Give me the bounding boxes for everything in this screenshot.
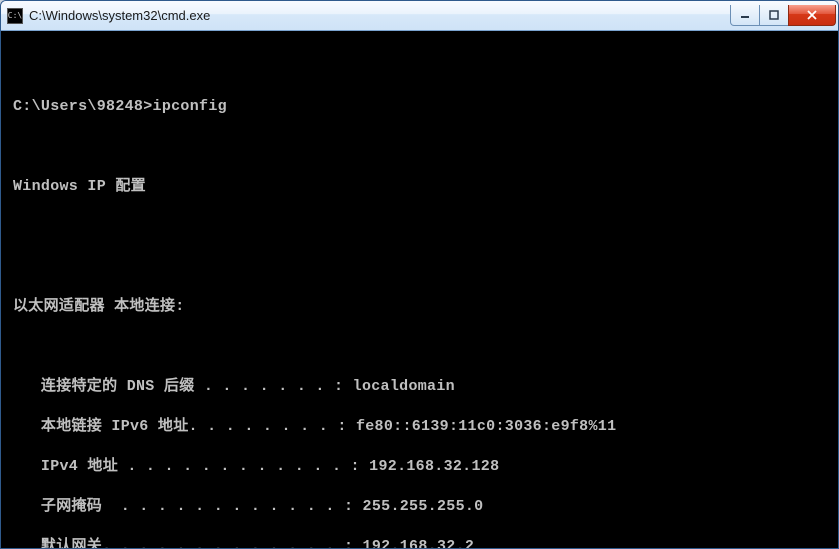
row-label: 默认网关. . . . . . . . . . . . . : bbox=[13, 538, 353, 548]
command: ipconfig bbox=[153, 98, 227, 115]
config-row: IPv4 地址 . . . . . . . . . . . . : 192.16… bbox=[13, 457, 826, 477]
row-label: 本地链接 IPv6 地址. . . . . . . . : bbox=[13, 418, 347, 435]
minimize-button[interactable] bbox=[730, 5, 760, 26]
maximize-button[interactable] bbox=[759, 5, 789, 26]
close-icon bbox=[806, 10, 818, 20]
row-label: 子网掩码 . . . . . . . . . . . . : bbox=[13, 498, 353, 515]
config-row: 连接特定的 DNS 后缀 . . . . . . . : localdomain bbox=[13, 377, 826, 397]
config-row: 本地链接 IPv6 地址. . . . . . . . : fe80::6139… bbox=[13, 417, 826, 437]
app-icon-text: C:\ bbox=[8, 11, 22, 20]
minimize-icon bbox=[740, 10, 750, 20]
maximize-icon bbox=[769, 10, 779, 20]
prompt: C:\Users\98248> bbox=[13, 98, 153, 115]
app-icon: C:\ bbox=[7, 8, 23, 24]
row-value: 192.168.32.2 bbox=[353, 538, 474, 548]
window-controls bbox=[731, 5, 836, 26]
adapter-title: 以太网适配器 本地连接: bbox=[13, 297, 826, 317]
prompt-line: C:\Users\98248>ipconfig bbox=[13, 97, 826, 117]
row-value: fe80::6139:11c0:3036:e9f8%11 bbox=[347, 418, 617, 435]
title-bar[interactable]: C:\ C:\Windows\system32\cmd.exe bbox=[1, 1, 838, 31]
window-title: C:\Windows\system32\cmd.exe bbox=[29, 8, 731, 23]
config-row: 默认网关. . . . . . . . . . . . . : 192.168.… bbox=[13, 537, 826, 548]
config-row: 子网掩码 . . . . . . . . . . . . : 255.255.2… bbox=[13, 497, 826, 517]
ip-config-header: Windows IP 配置 bbox=[13, 177, 826, 197]
row-value: 255.255.255.0 bbox=[353, 498, 483, 515]
terminal-output[interactable]: C:\Users\98248>ipconfig Windows IP 配置 以太… bbox=[1, 31, 838, 548]
row-value: localdomain bbox=[343, 378, 455, 395]
close-button[interactable] bbox=[788, 5, 836, 26]
row-label: 连接特定的 DNS 后缀 . . . . . . . : bbox=[13, 378, 343, 395]
row-label: IPv4 地址 . . . . . . . . . . . . : bbox=[13, 458, 360, 475]
cmd-window: C:\ C:\Windows\system32\cmd.exe C:\Users… bbox=[0, 0, 839, 549]
row-value: 192.168.32.128 bbox=[360, 458, 500, 475]
